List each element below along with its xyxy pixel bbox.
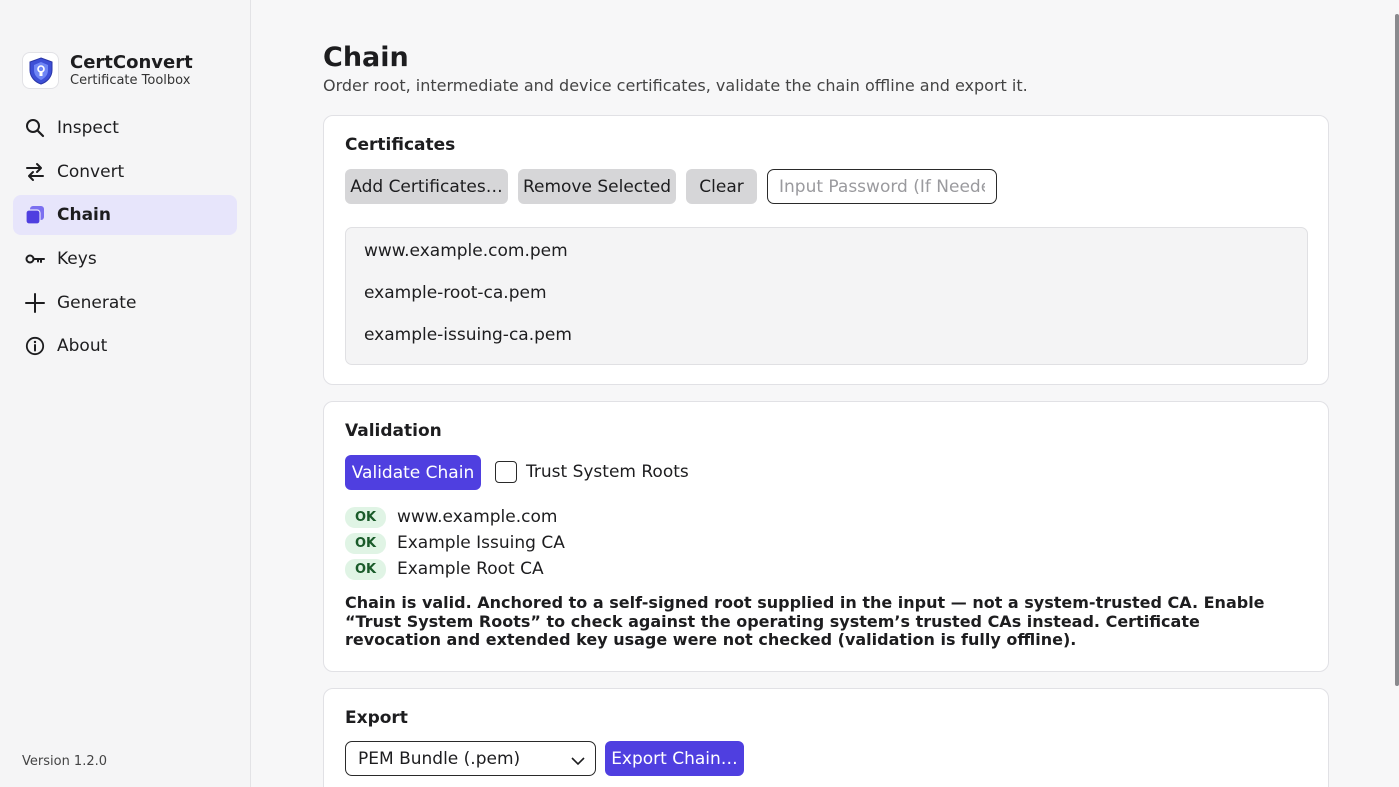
remove-selected-button[interactable]: Remove Selected	[518, 169, 676, 204]
validation-card: Validation Validate Chain Trust System R…	[323, 401, 1329, 672]
export-format-value: PEM Bundle (.pem)	[358, 748, 521, 769]
sidebar-item-label: About	[57, 336, 108, 357]
shield-logo-icon	[22, 52, 59, 89]
sidebar-item-label: Keys	[57, 249, 97, 270]
list-item[interactable]: www.example.com.pem	[364, 241, 568, 261]
app-subtitle: Certificate Toolbox	[70, 73, 191, 88]
sidebar-item-label: Inspect	[57, 118, 119, 138]
key-icon	[24, 248, 46, 270]
trust-system-roots-checkbox[interactable]	[495, 461, 517, 483]
result-row: OK Example Issuing CA	[345, 532, 565, 554]
clear-button[interactable]: Clear	[686, 169, 757, 204]
password-input[interactable]	[767, 169, 997, 204]
sidebar-nav: Inspect Convert Chain Keys Generate Abou…	[13, 108, 237, 370]
app-name: CertConvert	[70, 52, 193, 73]
status-badge: OK	[345, 558, 386, 580]
certificate-list[interactable]: www.example.com.pem example-root-ca.pem …	[345, 227, 1308, 365]
certificates-title: Certificates	[345, 135, 456, 155]
result-name: Example Issuing CA	[397, 533, 565, 553]
export-format-select[interactable]: PEM Bundle (.pem)	[345, 741, 596, 776]
sidebar-item-label: Convert	[57, 161, 125, 182]
search-icon	[24, 117, 46, 139]
add-certificates-button[interactable]: Add Certificates…	[345, 169, 508, 204]
chevron-down-icon	[571, 752, 585, 772]
sidebar-item-label: Chain	[57, 205, 111, 226]
swap-arrows-icon	[24, 161, 46, 183]
export-card: Export PEM Bundle (.pem) Export Chain…	[323, 688, 1329, 787]
list-item[interactable]: example-issuing-ca.pem	[364, 325, 572, 345]
info-icon	[24, 335, 46, 357]
validation-message: Chain is valid. Anchored to a self-signe…	[345, 593, 1265, 649]
page-subtitle: Order root, intermediate and device cert…	[323, 76, 1028, 95]
certificates-card: Certificates Add Certificates… Remove Se…	[323, 115, 1329, 385]
sidebar-item-keys[interactable]: Keys	[13, 239, 237, 279]
sidebar-item-inspect[interactable]: Inspect	[13, 108, 237, 148]
sidebar-item-generate[interactable]: Generate	[13, 283, 237, 323]
result-row: OK www.example.com	[345, 506, 557, 528]
list-item[interactable]: example-root-ca.pem	[364, 283, 547, 303]
export-chain-button[interactable]: Export Chain…	[605, 741, 744, 776]
trust-system-roots-label[interactable]: Trust System Roots	[526, 462, 689, 482]
scrollbar[interactable]	[1395, 14, 1399, 686]
result-name: Example Root CA	[397, 559, 544, 579]
sidebar-item-convert[interactable]: Convert	[13, 152, 237, 192]
sidebar-item-about[interactable]: About	[13, 326, 237, 366]
sidebar-item-chain[interactable]: Chain	[13, 195, 237, 236]
brand: CertConvert Certificate Toolbox	[22, 52, 193, 89]
plus-icon	[24, 292, 46, 314]
stack-icon	[24, 204, 46, 226]
result-row: OK Example Root CA	[345, 558, 544, 580]
status-badge: OK	[345, 506, 386, 528]
sidebar: CertConvert Certificate Toolbox Inspect …	[0, 0, 251, 787]
export-title: Export	[345, 708, 408, 728]
page-title: Chain	[323, 42, 409, 73]
version-label: Version 1.2.0	[22, 754, 108, 769]
validate-chain-button[interactable]: Validate Chain	[345, 455, 481, 490]
status-badge: OK	[345, 532, 386, 554]
result-name: www.example.com	[397, 507, 558, 527]
sidebar-item-label: Generate	[57, 292, 137, 313]
validation-title: Validation	[345, 421, 442, 441]
